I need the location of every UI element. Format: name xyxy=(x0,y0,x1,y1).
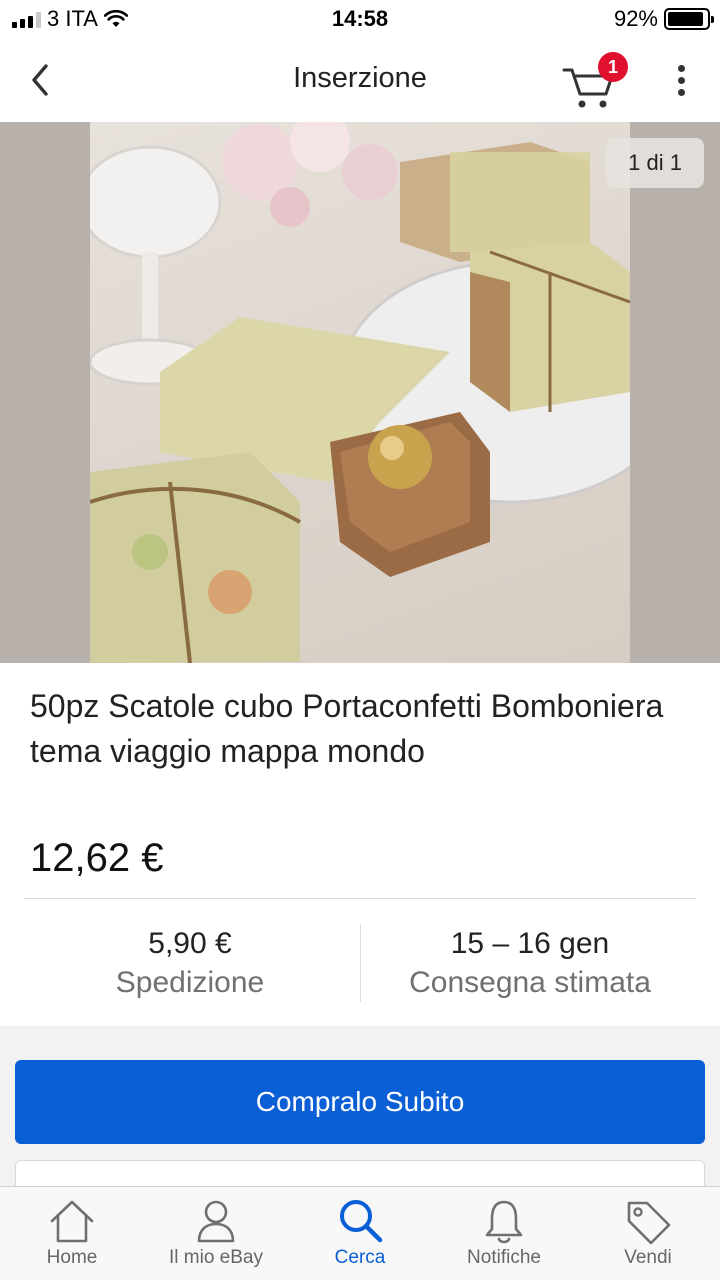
buy-now-button[interactable]: Compralo Subito xyxy=(15,1060,705,1144)
product-gallery[interactable]: 1 di 1 xyxy=(0,122,720,663)
info-separator xyxy=(360,924,361,1002)
tab-search-label: Cerca xyxy=(334,1247,386,1268)
tab-sell[interactable]: Vendi xyxy=(576,1187,720,1280)
delivery-label: Consegna stimata xyxy=(409,966,651,999)
tab-home-label: Home xyxy=(46,1247,98,1268)
delivery-value: 15 – 16 gen xyxy=(450,927,610,960)
home-icon xyxy=(50,1200,94,1243)
bell-icon xyxy=(485,1200,523,1244)
shipping-info: 5,90 € Spedizione xyxy=(40,924,340,1004)
more-options-button[interactable] xyxy=(666,62,696,102)
tab-sell-label: Vendi xyxy=(624,1247,672,1268)
battery-percent: 92% xyxy=(613,6,658,31)
product-photo-illustration xyxy=(90,122,630,663)
search-icon xyxy=(340,1200,383,1243)
more-vertical-icon xyxy=(666,65,696,96)
tab-search[interactable]: Cerca xyxy=(288,1187,432,1280)
product-title: 50pz Scatole cubo Portaconfetti Bombonie… xyxy=(30,688,664,769)
tag-icon xyxy=(627,1201,671,1245)
cart-button[interactable]: 1 xyxy=(560,52,630,112)
divider xyxy=(24,898,696,899)
status-bar: 3 ITA 14:58 92% xyxy=(0,0,720,40)
status-right: 92% xyxy=(613,6,714,32)
user-icon xyxy=(197,1200,235,1243)
tab-notifications[interactable]: Notifiche xyxy=(432,1187,576,1280)
image-counter: 1 di 1 xyxy=(606,138,704,188)
battery-icon xyxy=(664,8,714,30)
shipping-label: Spedizione xyxy=(115,966,265,999)
tab-bar: Home Il mio eBay Cerca Notifiche Vendi xyxy=(0,1186,720,1280)
status-time: 14:58 xyxy=(331,6,389,31)
tab-notifications-label: Notifiche xyxy=(467,1247,541,1268)
cart-count-badge: 1 xyxy=(598,52,628,82)
nav-bar: Inserzione 1 xyxy=(0,40,720,122)
shipping-value: 5,90 € xyxy=(148,927,232,960)
delivery-info: 15 – 16 gen Consegna stimata xyxy=(370,924,690,1004)
tab-home[interactable]: Home xyxy=(0,1187,144,1280)
tab-my-ebay-label: Il mio eBay xyxy=(169,1247,263,1268)
tab-my-ebay[interactable]: Il mio eBay xyxy=(144,1187,288,1280)
product-price: 12,62 € xyxy=(30,836,164,880)
product-photo xyxy=(90,122,630,663)
